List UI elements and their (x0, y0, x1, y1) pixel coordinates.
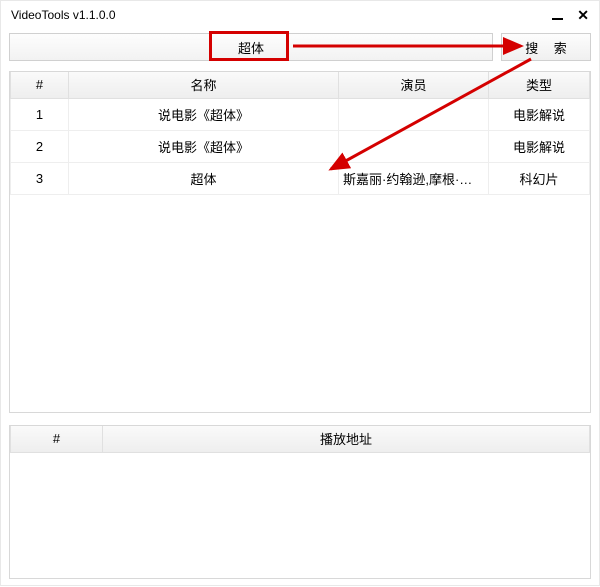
title-bar: VideoTools v1.1.0.0 ✕ (1, 1, 599, 29)
search-input[interactable] (9, 33, 493, 61)
table-row[interactable]: 1 说电影《超体》 电影解说 (11, 98, 590, 130)
cell-actors (339, 130, 489, 162)
col-index[interactable]: # (11, 72, 69, 98)
cell-index: 1 (11, 98, 69, 130)
cell-actors (339, 98, 489, 130)
cell-type: 科幻片 (489, 162, 590, 194)
window-title: VideoTools v1.1.0.0 (11, 8, 116, 22)
cell-type: 电影解说 (489, 130, 590, 162)
cell-name: 说电影《超体》 (69, 130, 339, 162)
results-panel: # 名称 演员 类型 1 说电影《超体》 电影解说 2 说电影《超体》 电影解说… (9, 71, 591, 413)
col-playlist-index[interactable]: # (11, 426, 103, 452)
window-controls: ✕ (552, 7, 589, 23)
minimize-icon[interactable] (552, 7, 563, 23)
col-name[interactable]: 名称 (69, 72, 339, 98)
cell-index: 3 (11, 162, 69, 194)
table-row[interactable]: 3 超体 斯嘉丽·约翰逊,摩根·弗里... 科幻片 (11, 162, 590, 194)
playlist-panel: # 播放地址 (9, 425, 591, 579)
results-table[interactable]: # 名称 演员 类型 1 说电影《超体》 电影解说 2 说电影《超体》 电影解说… (10, 72, 590, 195)
playlist-header-row: # 播放地址 (11, 426, 590, 452)
search-button[interactable]: 搜 索 (501, 33, 591, 61)
search-row: 搜 索 (9, 33, 591, 61)
playlist-table[interactable]: # 播放地址 (10, 426, 590, 453)
close-icon[interactable]: ✕ (577, 9, 589, 21)
cell-index: 2 (11, 130, 69, 162)
col-type[interactable]: 类型 (489, 72, 590, 98)
results-header-row: # 名称 演员 类型 (11, 72, 590, 98)
cell-name: 说电影《超体》 (69, 98, 339, 130)
cell-actors: 斯嘉丽·约翰逊,摩根·弗里... (339, 162, 489, 194)
col-actors[interactable]: 演员 (339, 72, 489, 98)
table-row[interactable]: 2 说电影《超体》 电影解说 (11, 130, 590, 162)
col-playlist-url[interactable]: 播放地址 (103, 426, 590, 452)
cell-name: 超体 (69, 162, 339, 194)
cell-type: 电影解说 (489, 98, 590, 130)
